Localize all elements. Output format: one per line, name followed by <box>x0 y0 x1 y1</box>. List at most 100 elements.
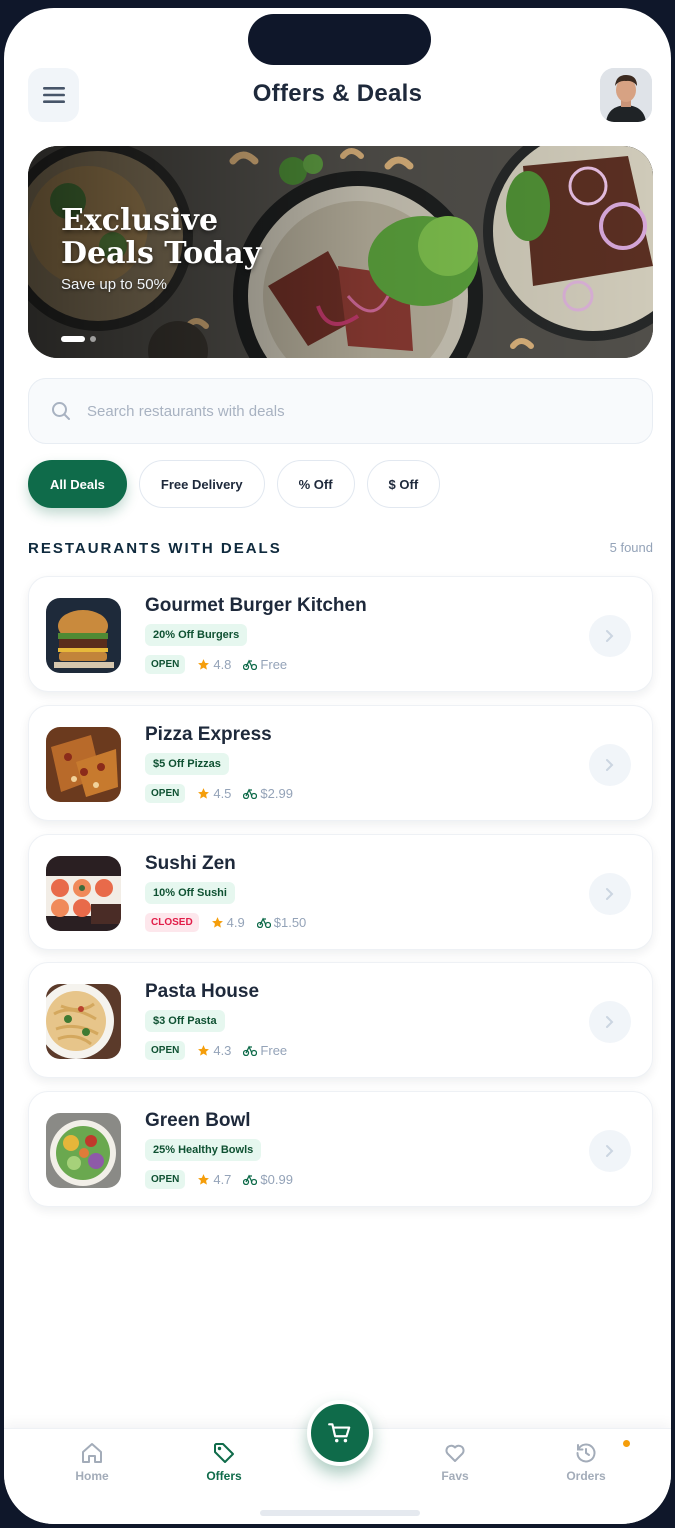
star-icon <box>198 658 210 670</box>
restaurant-card[interactable]: Green Bowl 25% Healthy Bowls OPEN 4.7 $0… <box>28 1091 653 1207</box>
search-icon <box>52 402 70 420</box>
bike-icon <box>243 1174 258 1185</box>
status-badge: OPEN <box>145 1169 186 1189</box>
rating: 4.8 <box>197 657 231 672</box>
search-input[interactable] <box>87 391 627 431</box>
cart-icon <box>328 1423 351 1443</box>
results-count: 5 found <box>609 540 653 555</box>
home-icon <box>82 1443 102 1463</box>
cart-button[interactable] <box>307 1400 373 1466</box>
rating: 4.7 <box>197 1172 231 1187</box>
rating: 4.3 <box>197 1043 231 1058</box>
filter-free-delivery[interactable]: Free Delivery <box>138 460 265 508</box>
carousel-dot[interactable] <box>90 336 96 342</box>
nav-label: Orders <box>566 1469 606 1483</box>
open-restaurant-button[interactable] <box>589 615 631 657</box>
chevron-right-icon <box>606 1145 614 1157</box>
tag-icon <box>214 1443 234 1463</box>
restaurant-meta: CLOSED 4.9 $1.50 <box>145 912 306 932</box>
section-title: RESTAURANTS WITH DEALS <box>28 540 282 557</box>
banner-subtitle: Save up to 50% <box>61 276 167 293</box>
filter-percent-off[interactable]: % Off <box>276 460 355 508</box>
restaurant-card[interactable]: Pizza Express $5 Off Pizzas OPEN 4.5 $2.… <box>28 705 653 821</box>
rating-value: 4.7 <box>213 1171 232 1187</box>
restaurant-name: Pasta House <box>145 981 260 1002</box>
star-icon <box>198 1044 210 1056</box>
filter-chips: All Deals Free Delivery % Off $ Off <box>28 460 441 508</box>
restaurant-image <box>46 1113 121 1188</box>
deal-badge: 10% Off Sushi <box>145 882 235 904</box>
deal-badge: $5 Off Pizzas <box>145 753 229 775</box>
section-header: RESTAURANTS WITH DEALS 5 found <box>28 540 653 560</box>
app-screen: Offers & Deals Exclusive Deals Today Sav… <box>4 8 671 1524</box>
nav-offers[interactable]: Offers <box>184 1441 264 1483</box>
device-frame: Offers & Deals Exclusive Deals Today Sav… <box>0 0 675 1528</box>
app-header: Offers & Deals <box>4 68 671 130</box>
restaurant-name: Gourmet Burger Kitchen <box>145 595 367 616</box>
nav-label: Favs <box>441 1469 469 1483</box>
pizza-image <box>46 727 121 802</box>
restaurant-card[interactable]: Gourmet Burger Kitchen 20% Off Burgers O… <box>28 576 653 692</box>
nav-label: Home <box>75 1469 109 1483</box>
restaurant-meta: OPEN 4.7 $0.99 <box>145 1169 293 1189</box>
star-icon <box>198 787 210 799</box>
restaurant-image <box>46 984 121 1059</box>
status-badge: OPEN <box>145 1040 186 1060</box>
open-restaurant-button[interactable] <box>589 1130 631 1172</box>
open-restaurant-button[interactable] <box>589 1001 631 1043</box>
bike-icon <box>256 917 271 928</box>
restaurant-name: Pizza Express <box>145 724 272 745</box>
delivery-fee-value: Free <box>260 1042 288 1058</box>
chevron-right-icon <box>606 888 614 900</box>
heart-icon <box>445 1444 465 1462</box>
bike-icon <box>243 659 258 670</box>
bike-icon <box>243 1045 258 1056</box>
restaurant-meta: OPEN 4.8 Free <box>145 654 287 674</box>
carousel-indicator[interactable] <box>61 336 96 342</box>
search-bar[interactable] <box>28 378 653 444</box>
filter-dollar-off[interactable]: $ Off <box>366 460 441 508</box>
deal-badge: $3 Off Pasta <box>145 1010 225 1032</box>
filter-all-deals[interactable]: All Deals <box>28 460 127 508</box>
restaurant-name: Green Bowl <box>145 1110 251 1131</box>
nav-orders[interactable]: Orders <box>546 1441 626 1483</box>
status-badge: OPEN <box>145 783 186 803</box>
profile-avatar[interactable] <box>600 68 652 122</box>
pasta-image <box>46 984 121 1059</box>
star-icon <box>198 1173 210 1185</box>
restaurant-card[interactable]: Sushi Zen 10% Off Sushi CLOSED 4.9 $1.50 <box>28 834 653 950</box>
nav-label: Offers <box>206 1469 242 1483</box>
chevron-right-icon <box>606 759 614 771</box>
star-icon <box>211 916 223 928</box>
delivery-fee: $1.50 <box>256 915 306 930</box>
delivery-fee: Free <box>243 657 287 672</box>
restaurant-meta: OPEN 4.5 $2.99 <box>145 783 293 803</box>
delivery-fee-value: Free <box>260 656 288 672</box>
dynamic-island <box>248 14 431 65</box>
salad-bowl-image <box>46 1113 121 1188</box>
sushi-image <box>46 856 121 931</box>
bike-icon <box>243 788 258 799</box>
deal-badge: 20% Off Burgers <box>145 624 248 646</box>
history-icon <box>576 1443 596 1463</box>
rating-value: 4.5 <box>213 785 232 801</box>
restaurant-meta: OPEN 4.3 Free <box>145 1040 287 1060</box>
promo-banner[interactable]: Exclusive Deals Today Save up to 50% <box>28 146 653 358</box>
restaurant-image <box>46 856 121 931</box>
nav-favs[interactable]: Favs <box>415 1441 495 1483</box>
open-restaurant-button[interactable] <box>589 744 631 786</box>
restaurant-name: Sushi Zen <box>145 853 236 874</box>
rating-value: 4.3 <box>213 1042 232 1058</box>
restaurant-image <box>46 598 121 673</box>
chevron-right-icon <box>606 630 614 642</box>
page-title: Offers & Deals <box>252 80 423 107</box>
burger-image <box>46 598 121 673</box>
orders-notification-dot <box>623 1440 630 1447</box>
delivery-fee: $2.99 <box>243 786 293 801</box>
open-restaurant-button[interactable] <box>589 873 631 915</box>
restaurant-card[interactable]: Pasta House $3 Off Pasta OPEN 4.3 Free <box>28 962 653 1078</box>
chevron-right-icon <box>606 1016 614 1028</box>
delivery-fee-value: $0.99 <box>260 1171 293 1187</box>
nav-home[interactable]: Home <box>52 1441 132 1483</box>
carousel-dot-active[interactable] <box>61 336 85 342</box>
